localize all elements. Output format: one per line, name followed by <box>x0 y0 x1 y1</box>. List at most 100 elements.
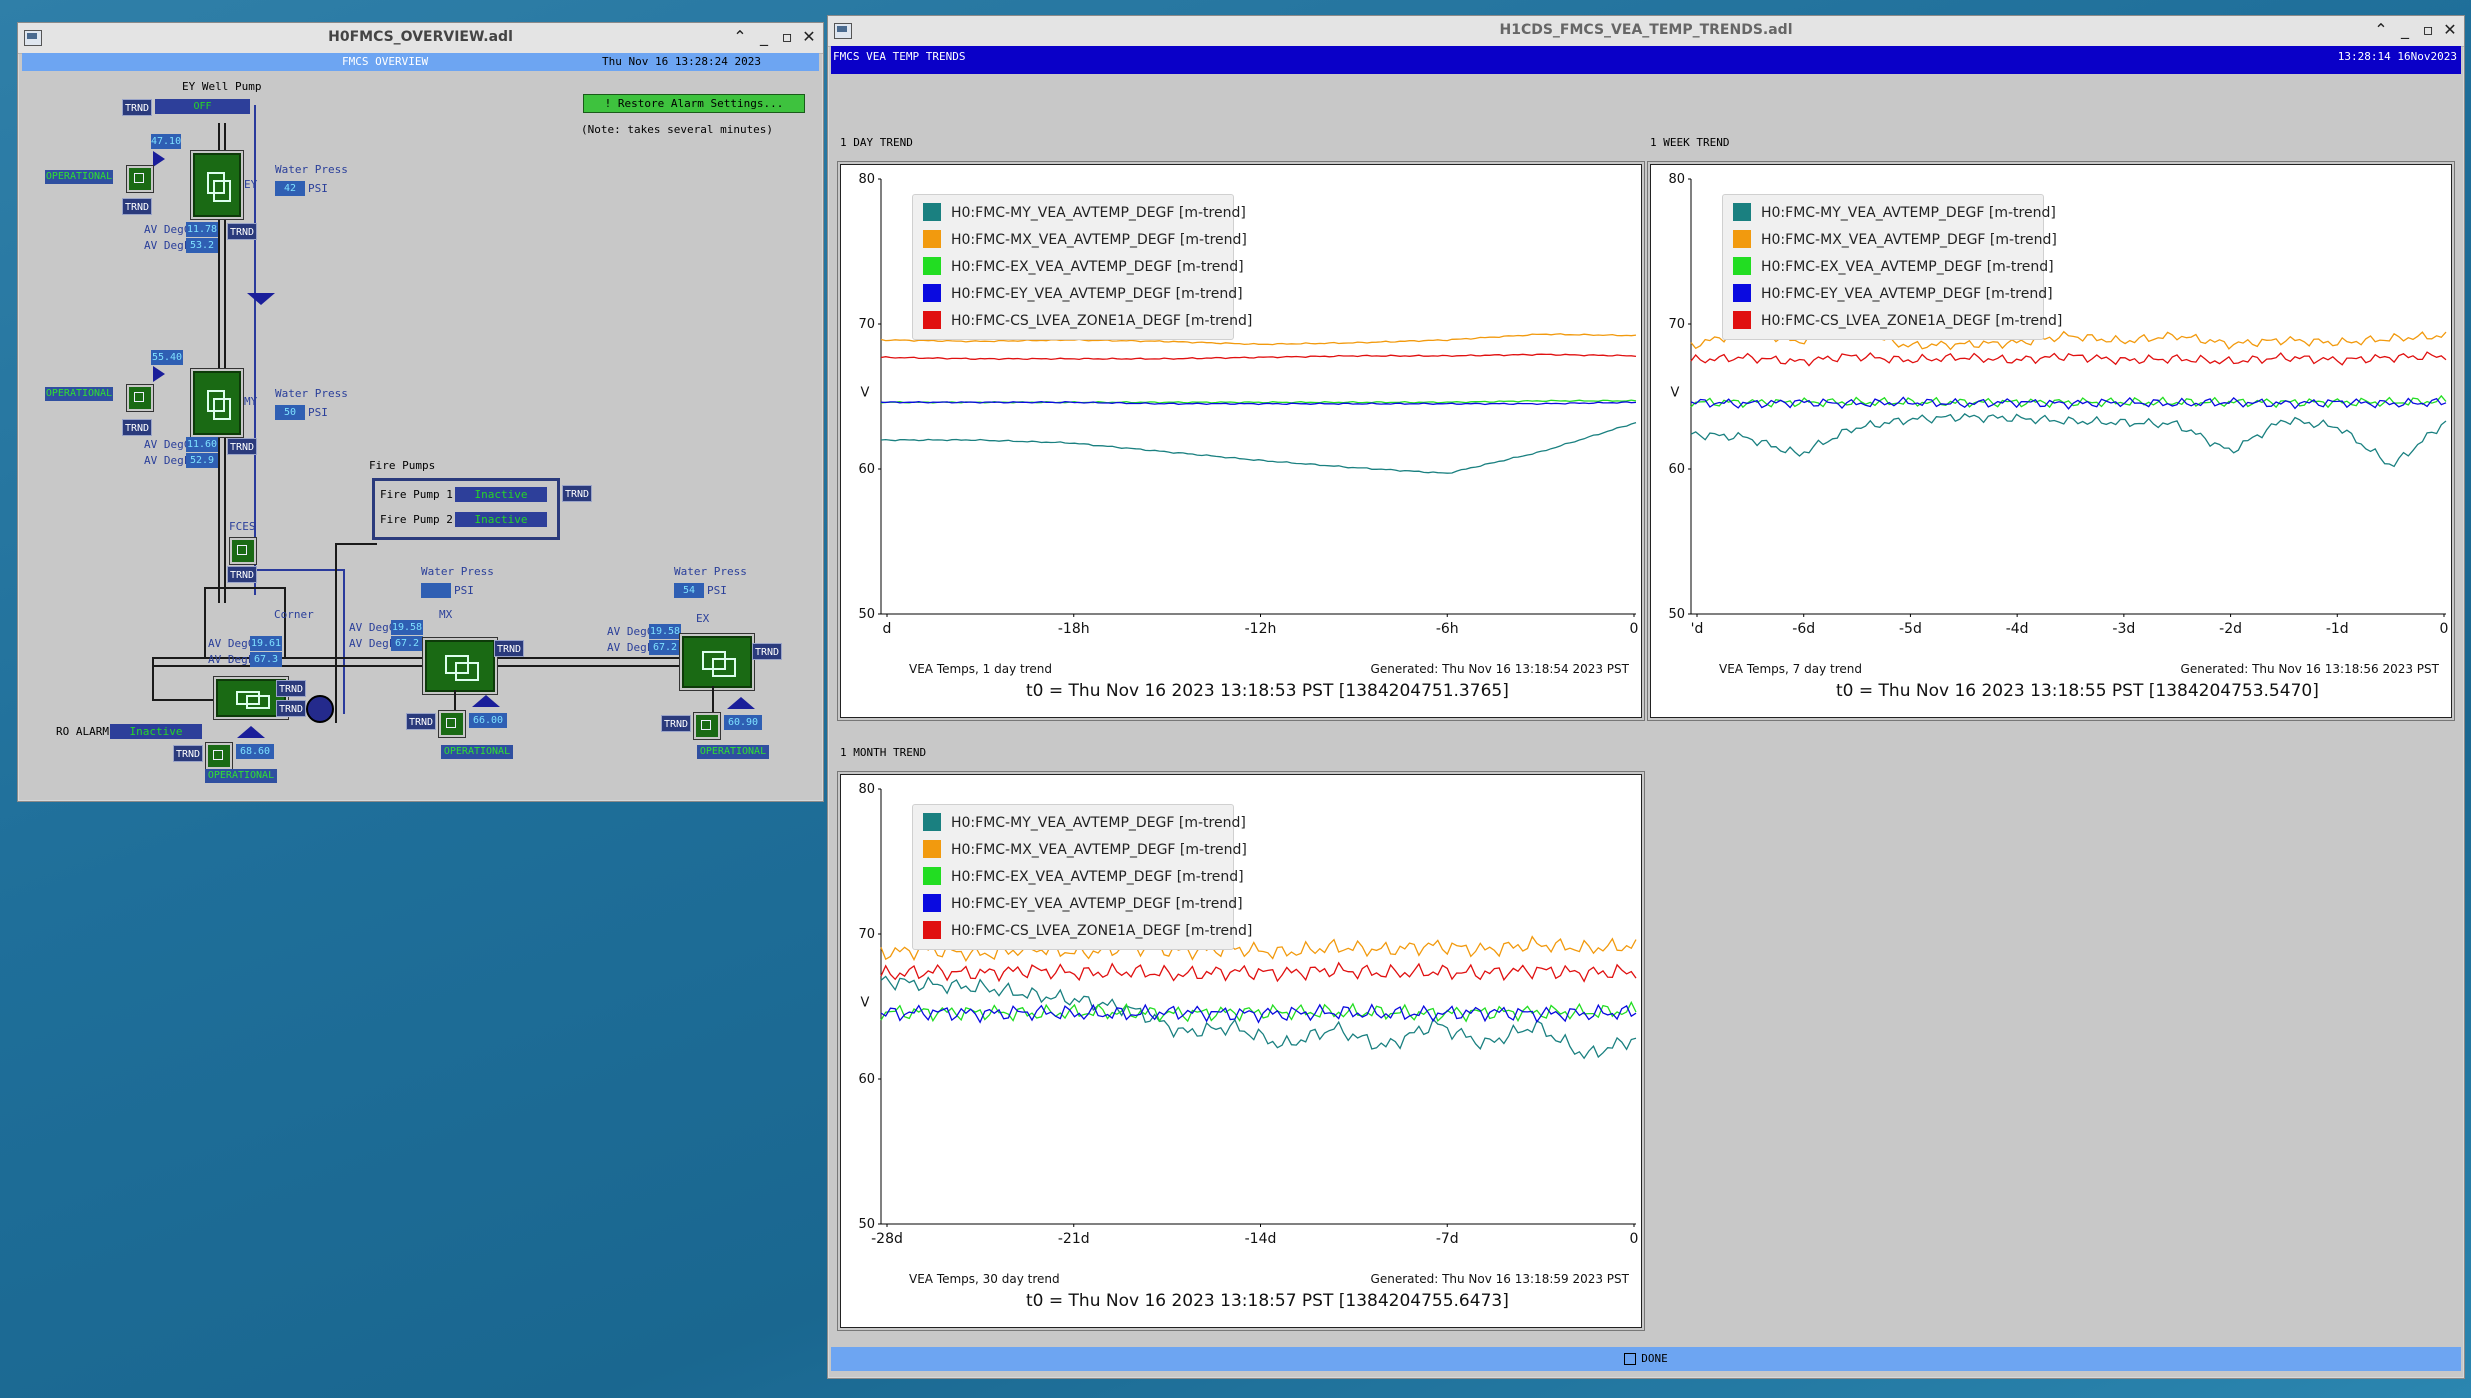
x-tick-label: d <box>883 621 892 637</box>
trends-titlebar[interactable]: H1CDS_FMCS_VEA_TEMP_TRENDS.adl ⌃ _ ▫ ✕ <box>828 16 2464 47</box>
overview-titlebar[interactable]: H0FMCS_OVERVIEW.adl ⌃ _ ▫ ✕ <box>18 23 823 54</box>
maximize-icon[interactable]: ▫ <box>778 27 796 47</box>
legend-label: H0:FMC-EX_VEA_AVTEMP_DEGF [m-trend] <box>951 259 1244 275</box>
my-water-press-label: Water Press <box>275 387 348 400</box>
corner-small-icon[interactable] <box>205 742 233 770</box>
pipe <box>335 543 337 723</box>
x-tick-label: 0 <box>1630 1231 1639 1247</box>
ey-well-pump-label: EY Well Pump <box>182 80 262 93</box>
mx-trend-button[interactable]: TRND <box>494 640 524 657</box>
fces-trend-button[interactable]: TRND <box>227 566 257 583</box>
x-tick-label: -14d <box>1245 1231 1277 1247</box>
corner-trend-button-3[interactable]: TRND <box>173 745 203 762</box>
legend-swatch <box>923 840 941 858</box>
ex-trend-button-2[interactable]: TRND <box>661 715 691 732</box>
day-trend-plot[interactable]: 80 70 60 50 Vd -18h -12h -6h 0 H0:FMC-MY_VEA_AVT… <box>840 164 1642 718</box>
ey-trend-button[interactable]: TRND <box>122 198 152 215</box>
legend-label: H0:FMC-MY_VEA_AVTEMP_DEGF [m-trend] <box>951 815 1246 831</box>
y-tick-label: 50 <box>1668 607 1685 622</box>
month-trend-plot[interactable]: 80 70 60 50 V -28d -21d -14d -7d 0 H0:FMC-MY_VEA_… <box>840 774 1642 1328</box>
my-trend-button[interactable]: TRND <box>122 419 152 436</box>
pipe <box>152 657 154 699</box>
pipe <box>204 587 206 657</box>
mx-pump-icon[interactable] <box>425 640 495 692</box>
legend-item: H0:FMC-EY_VEA_AVTEMP_DEGF [m-trend] <box>923 894 1243 912</box>
fire-pump-1-status: Inactive <box>455 487 547 502</box>
week-t0: t0 = Thu Nov 16 2023 13:18:55 PST [13842… <box>1836 681 2319 701</box>
x-tick-label: -4d <box>2006 621 2029 637</box>
corner-degc-label: AV DegC <box>208 637 255 650</box>
ey-indicator-icon <box>153 151 165 167</box>
x-tick-label: -6h <box>1436 621 1459 637</box>
y-tick-label: 60 <box>1668 462 1685 477</box>
series-line <box>880 975 1637 1060</box>
legend-label: H0:FMC-MY_VEA_AVTEMP_DEGF [m-trend] <box>951 205 1246 221</box>
ex-label: EX <box>696 612 710 625</box>
ey-pump-small-icon[interactable] <box>126 165 154 193</box>
mx-label: MX <box>439 608 453 621</box>
y-axis-label: V <box>861 386 870 401</box>
x-tick-label: -3d <box>2112 621 2135 637</box>
legend-label: H0:FMC-MX_VEA_AVTEMP_DEGF [m-trend] <box>951 842 1247 858</box>
done-button[interactable]: DONE <box>831 1347 2461 1371</box>
mx-degc-value: 19.58 <box>391 620 423 635</box>
legend-label: H0:FMC-EX_VEA_AVTEMP_DEGF [m-trend] <box>951 869 1244 885</box>
ey-pump-icon[interactable] <box>193 153 241 217</box>
pipe <box>343 569 345 714</box>
mx-degf-label: AV DegF <box>349 637 396 650</box>
ey-trend-button-2[interactable]: TRND <box>227 223 257 240</box>
minimize-icon[interactable]: _ <box>2396 20 2414 40</box>
legend-swatch <box>923 867 941 885</box>
my-pump-icon[interactable] <box>193 371 241 435</box>
legend-swatch <box>923 894 941 912</box>
restore-alarm-button[interactable]: ! Restore Alarm Settings... <box>583 94 805 113</box>
mx-small-icon[interactable] <box>438 710 466 738</box>
legend-item: H0:FMC-EX_VEA_AVTEMP_DEGF [m-trend] <box>1733 257 2054 275</box>
corner-degf-label: AV DegF <box>208 653 255 666</box>
y-tick-label: 80 <box>1668 172 1685 187</box>
ex-trend-button[interactable]: TRND <box>752 643 782 660</box>
day-legend: H0:FMC-MY_VEA_AVTEMP_DEGF [m-trend] H0:F… <box>912 194 1252 340</box>
fire-pumps-title: Fire Pumps <box>369 459 436 472</box>
ey-well-pump-trend-button[interactable]: TRND <box>122 99 152 116</box>
legend-item: H0:FMC-CS_LVEA_ZONE1A_DEGF [m-trend] <box>923 921 1252 939</box>
month-footer-right: Generated: Thu Nov 16 13:18:59 2023 PST <box>1370 1272 1629 1286</box>
x-tick-label: 0 <box>2440 621 2449 637</box>
my-pump-small-icon[interactable] <box>126 384 154 412</box>
my-degf-value: 52.9 <box>186 453 218 468</box>
collapse-icon[interactable]: ⌃ <box>2372 20 2390 40</box>
ey-top-value: 47.10 <box>151 134 182 149</box>
month-trend-label: 1 MONTH TREND <box>840 746 927 759</box>
legend-item: H0:FMC-EX_VEA_AVTEMP_DEGF [m-trend] <box>923 867 1244 885</box>
x-tick-label: -5d <box>1899 621 1922 637</box>
legend-label: H0:FMC-MX_VEA_AVTEMP_DEGF [m-trend] <box>1761 232 2057 248</box>
my-indicator-icon <box>153 366 165 382</box>
corner-trend-button[interactable]: TRND <box>276 680 306 697</box>
mx-trend-button-2[interactable]: TRND <box>406 713 436 730</box>
pipe <box>284 587 286 657</box>
fire-pumps-trend-button[interactable]: TRND <box>562 485 592 502</box>
collapse-icon[interactable]: ⌃ <box>731 27 749 47</box>
close-icon[interactable]: ✕ <box>800 27 818 47</box>
fire-pump-1-label: Fire Pump 1 <box>380 488 453 501</box>
close-icon[interactable]: ✕ <box>2441 20 2459 40</box>
series-line <box>880 961 1637 983</box>
month-legend: H0:FMC-MY_VEA_AVTEMP_DEGF [m-trend] H0:F… <box>912 804 1252 950</box>
fces-icon[interactable] <box>229 537 257 565</box>
my-degc-label: AV DegC <box>144 438 191 451</box>
my-water-press-value: 50 <box>275 405 305 420</box>
my-trend-button-2[interactable]: TRND <box>227 438 257 455</box>
legend-item: H0:FMC-MX_VEA_AVTEMP_DEGF [m-trend] <box>923 840 1247 858</box>
ex-bottom-value: 60.90 <box>724 715 762 730</box>
ex-small-icon[interactable] <box>693 712 721 740</box>
legend-item: H0:FMC-MY_VEA_AVTEMP_DEGF [m-trend] <box>923 813 1246 831</box>
corner-trend-button-2[interactable]: TRND <box>276 700 306 717</box>
minimize-icon[interactable]: _ <box>755 27 773 47</box>
ex-pump-icon[interactable] <box>682 636 752 688</box>
week-trend-plot[interactable]: 80 70 60 50 V 'd -6d -5d -4d -3d -2d -1d 0 H0:FMC-MY… <box>1650 164 2452 718</box>
x-tick-label: -7d <box>1436 1231 1459 1247</box>
day-t0: t0 = Thu Nov 16 2023 13:18:53 PST [13842… <box>1026 681 1509 701</box>
maximize-icon[interactable]: ▫ <box>2419 20 2437 40</box>
mx-degc-label: AV DegC <box>349 621 396 634</box>
x-tick-label: -21d <box>1058 1231 1090 1247</box>
